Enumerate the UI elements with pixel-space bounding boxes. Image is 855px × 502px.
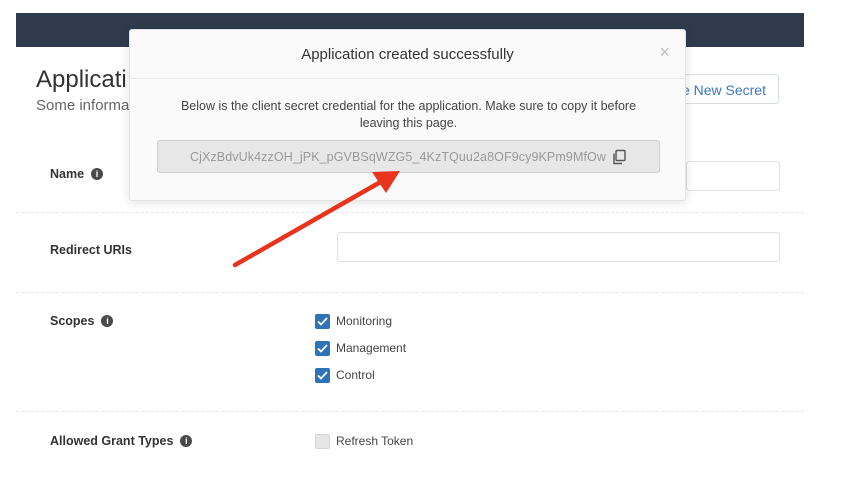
annotation-arrow-icon xyxy=(232,171,400,268)
